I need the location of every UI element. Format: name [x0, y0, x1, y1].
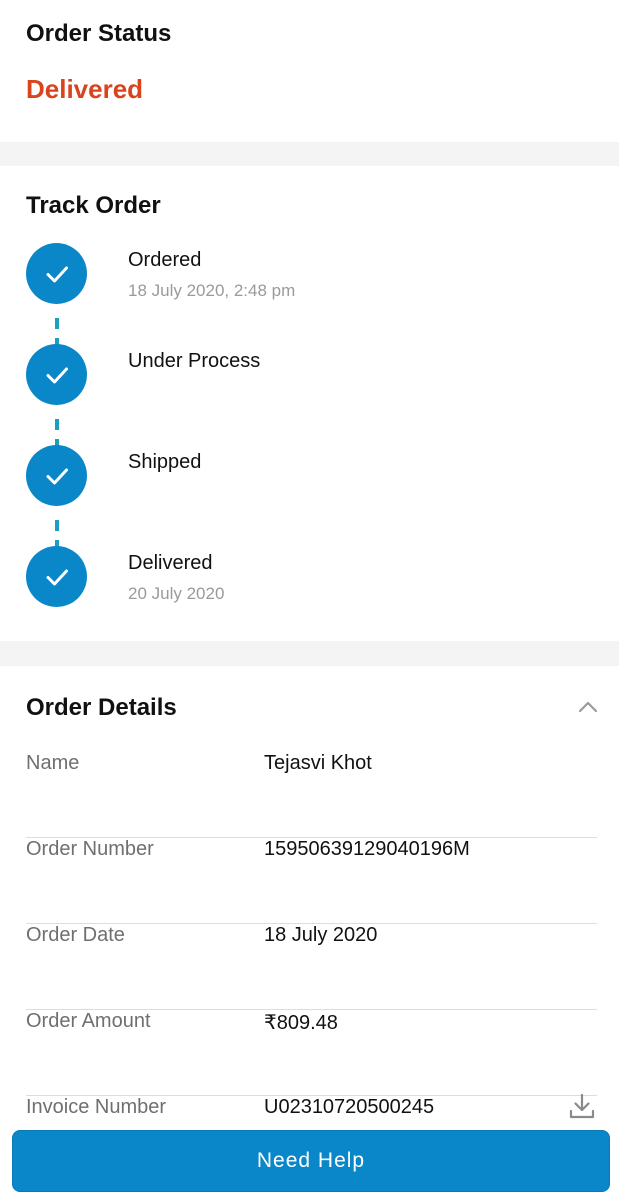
track-order-title: Track Order	[26, 192, 161, 219]
detail-row-order-date: Order Date 18 July 2020	[26, 924, 597, 1010]
detail-value: U02310720500245	[264, 1096, 435, 1118]
step-date: 18 July 2020, 2:48 pm	[128, 281, 296, 300]
order-status-title: Order Status	[26, 20, 172, 47]
check-icon	[46, 266, 68, 282]
step-complete-circle	[26, 243, 87, 304]
detail-row-name: Name Tejasvi Khot	[26, 752, 597, 838]
step-label: Delivered	[128, 552, 213, 574]
order-details-title: Order Details	[26, 694, 177, 721]
detail-value: Tejasvi Khot	[264, 752, 372, 774]
track-order-card: Track Order Ordered 18 July 2020, 2:48 p…	[0, 166, 619, 641]
detail-row-order-amount: Order Amount ₹809.48	[26, 1010, 597, 1096]
check-icon	[46, 367, 68, 383]
detail-key: Invoice Number	[26, 1096, 167, 1118]
order-details-card: Order Details Name Tejasvi Khot Order Nu…	[0, 666, 619, 1200]
order-status-value: Delivered	[26, 74, 144, 104]
order-status-card: Order Status Delivered	[0, 0, 619, 142]
step-complete-circle	[26, 546, 87, 607]
step-complete-circle	[26, 344, 87, 405]
step-date: 20 July 2020	[128, 584, 225, 603]
step-complete-circle	[26, 445, 87, 506]
check-icon	[46, 569, 68, 585]
check-icon	[46, 468, 68, 484]
timeline-step-shipped: Shipped	[0, 445, 619, 507]
detail-key: Order Amount	[26, 1010, 151, 1032]
step-label: Under Process	[128, 350, 261, 372]
step-label: Shipped	[128, 451, 202, 473]
download-icon[interactable]	[566, 1090, 598, 1122]
step-label: Ordered	[128, 249, 202, 271]
detail-value: 18 July 2020	[264, 924, 378, 946]
detail-value: 15950639129040196M	[264, 838, 470, 860]
timeline-step-ordered: Ordered 18 July 2020, 2:48 pm	[0, 243, 619, 305]
detail-value: ₹809.48	[264, 1012, 338, 1034]
timeline-step-delivered: Delivered 20 July 2020	[0, 546, 619, 608]
detail-key: Order Number	[26, 838, 154, 860]
detail-row-order-number: Order Number 15950639129040196M	[26, 838, 597, 924]
chevron-up-icon[interactable]	[574, 694, 602, 722]
timeline-step-under-process: Under Process	[0, 344, 619, 406]
detail-key: Order Date	[26, 924, 125, 946]
need-help-button[interactable]: Need Help	[12, 1130, 610, 1192]
detail-key: Name	[26, 752, 80, 774]
